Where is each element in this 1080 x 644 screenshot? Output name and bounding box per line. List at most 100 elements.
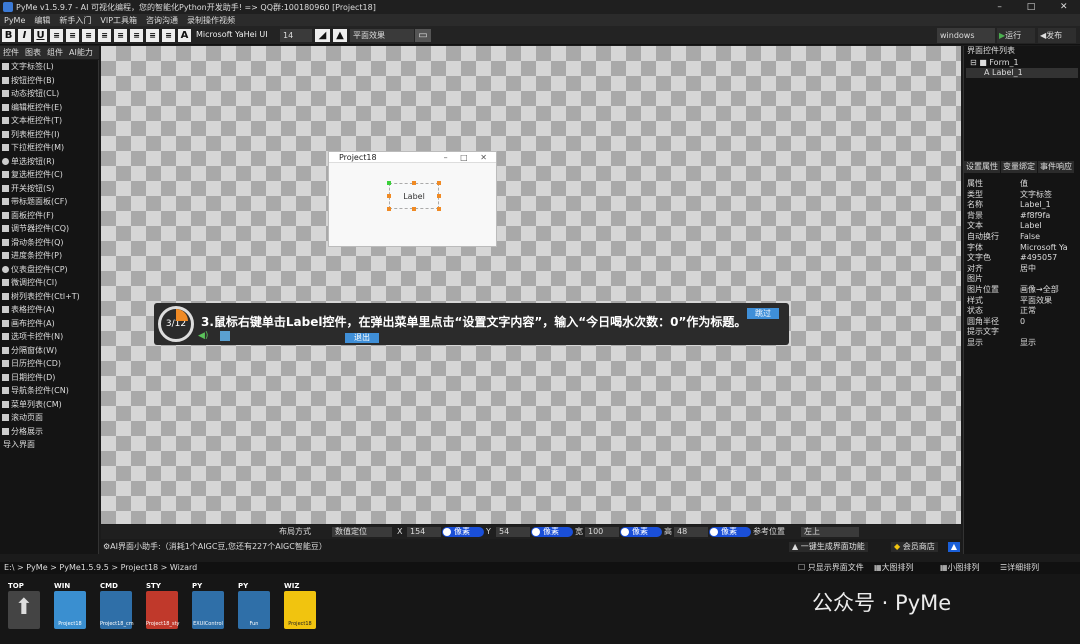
property-row[interactable]: 图片 xyxy=(964,274,1080,285)
member-shop-button[interactable]: ◆ 会员商店 xyxy=(891,542,938,552)
align-left-icon[interactable]: ≡ xyxy=(50,29,63,42)
control-item[interactable]: 日历控件(CD) xyxy=(0,357,98,371)
resize-handle[interactable] xyxy=(437,207,441,211)
import-ui-item[interactable]: 导入界面 xyxy=(0,438,98,452)
font-name[interactable]: Microsoft YaHei UI xyxy=(196,30,268,39)
preview-icon[interactable]: ▭ xyxy=(415,29,431,42)
align-top-center-icon[interactable]: ≡ xyxy=(114,29,127,42)
align-top-right-icon[interactable]: ≡ xyxy=(130,29,143,42)
resize-handle[interactable] xyxy=(387,194,391,198)
tree-item-form[interactable]: ⊟ ■ Form_1 xyxy=(964,58,1080,68)
layout-select[interactable]: 数值定位 xyxy=(332,527,392,537)
resize-handle[interactable] xyxy=(437,194,441,198)
property-row[interactable]: 状态 正常 xyxy=(964,306,1080,317)
menu-record-video[interactable]: 录制操作视频 xyxy=(187,15,235,26)
control-item[interactable]: 日期控件(D) xyxy=(0,371,98,385)
menu-vip-toolbox[interactable]: VIP工具箱 xyxy=(100,15,137,26)
control-item[interactable]: 调节器控件(CQ) xyxy=(0,222,98,236)
property-row[interactable]: 自动换行 False xyxy=(964,232,1080,243)
design-canvas[interactable] xyxy=(101,46,961,524)
control-item[interactable]: 滚动页面 xyxy=(0,411,98,425)
fill-color-icon[interactable]: ◢ xyxy=(315,29,330,42)
property-row[interactable]: 对齐 居中 xyxy=(964,264,1080,275)
only-ui-files-checkbox[interactable]: ☐ 只显示界面文件 xyxy=(798,562,864,573)
height-unit-toggle[interactable]: 像素 xyxy=(709,527,751,537)
tree-item-label[interactable]: A Label_1 xyxy=(966,68,1078,78)
tab-properties[interactable]: 设置属性 xyxy=(964,161,1000,173)
file-cmd[interactable]: CMD Project18_cm xyxy=(100,582,134,629)
font-size-a-button[interactable]: A xyxy=(178,29,191,42)
detail-view[interactable]: ☰详细排列 xyxy=(1000,562,1039,573)
control-item[interactable]: 按钮控件(B) xyxy=(0,74,98,88)
control-item[interactable]: 动态按钮(CL) xyxy=(0,87,98,101)
file-wiz[interactable]: WIZ Project18 xyxy=(284,582,316,629)
platform-select[interactable]: windows xyxy=(937,28,995,43)
property-row[interactable]: 样式 平面效果 xyxy=(964,296,1080,307)
tab-ai[interactable]: AI能力 xyxy=(69,47,93,58)
exit-button[interactable]: 退出 xyxy=(345,333,379,343)
menu-pyme[interactable]: PyMe xyxy=(4,16,25,25)
property-row[interactable]: 类型 文字标签 xyxy=(964,190,1080,201)
file-sty[interactable]: STY Project18_sty xyxy=(146,582,180,629)
control-item[interactable]: 导航条控件(CN) xyxy=(0,384,98,398)
property-row[interactable]: 字体 Microsoft Ya xyxy=(964,243,1080,254)
effect-select[interactable]: 平面效果 xyxy=(350,29,414,42)
bold-button[interactable]: B xyxy=(2,29,15,42)
control-item[interactable]: 单选按钮(R) xyxy=(0,155,98,169)
tab-controls[interactable]: 控件 xyxy=(3,47,19,58)
property-row[interactable]: 提示文字 xyxy=(964,327,1080,338)
control-item[interactable]: 树列表控件(Ctl+T) xyxy=(0,290,98,304)
menu-edit[interactable]: 编辑 xyxy=(34,15,50,26)
property-row[interactable]: 显示 显示 xyxy=(964,338,1080,349)
control-item[interactable]: 带标题面板(CF) xyxy=(0,195,98,209)
file-top[interactable]: ⬆ TOP xyxy=(8,582,40,629)
resize-handle[interactable] xyxy=(437,181,441,185)
font-size-select[interactable]: 14 xyxy=(280,29,312,42)
tab-components[interactable]: 组件 xyxy=(47,47,63,58)
align-middle-icon[interactable]: ≡ xyxy=(162,29,175,42)
book-icon[interactable] xyxy=(220,331,230,341)
file-win[interactable]: WIN Project18 xyxy=(54,582,86,629)
property-row[interactable]: 图片位置 画像→全部 xyxy=(964,285,1080,296)
control-item[interactable]: 面板控件(F) xyxy=(0,209,98,223)
property-row[interactable]: 名称 Label_1 xyxy=(964,200,1080,211)
minimize-button[interactable]: – xyxy=(997,2,1002,12)
menu-consult[interactable]: 咨询沟通 xyxy=(146,15,178,26)
control-item[interactable]: 编辑框控件(E) xyxy=(0,101,98,115)
align-right-icon[interactable]: ≡ xyxy=(82,29,95,42)
control-item[interactable]: 微调控件(CI) xyxy=(0,276,98,290)
resize-handle[interactable] xyxy=(387,181,391,185)
image-icon[interactable]: ▲ xyxy=(333,29,347,42)
control-item[interactable]: 菜单列表(CM) xyxy=(0,398,98,412)
tab-variable-binding[interactable]: 变量绑定 xyxy=(1001,161,1037,173)
resize-handle[interactable] xyxy=(412,181,416,185)
control-item[interactable]: 画布控件(A) xyxy=(0,317,98,331)
maximize-button[interactable]: □ xyxy=(1027,2,1036,12)
x-input[interactable]: 154 xyxy=(407,527,441,537)
sound-icon[interactable]: ◀) xyxy=(198,331,208,341)
property-row[interactable]: 文本 Label xyxy=(964,221,1080,232)
italic-button[interactable]: I xyxy=(18,29,31,42)
control-item[interactable]: 文本框控件(T) xyxy=(0,114,98,128)
property-row[interactable]: 圆角半径 0 xyxy=(964,317,1080,328)
small-icon-view[interactable]: ▦小图排列 xyxy=(940,562,980,573)
skip-button[interactable]: 跳过 xyxy=(747,308,779,319)
file-py-exui[interactable]: PY EXUIControl xyxy=(192,582,224,629)
control-item[interactable]: 表格控件(A) xyxy=(0,303,98,317)
x-unit-toggle[interactable]: 像素 xyxy=(442,527,484,537)
property-row[interactable]: 背景 #f8f9fa xyxy=(964,211,1080,222)
y-unit-toggle[interactable]: 像素 xyxy=(531,527,573,537)
control-item[interactable]: 开关按钮(S) xyxy=(0,182,98,196)
control-item[interactable]: 分格展示 xyxy=(0,425,98,439)
control-item[interactable]: 进度条控件(P) xyxy=(0,249,98,263)
file-py-fun[interactable]: PY Fun xyxy=(238,582,270,629)
resize-handle[interactable] xyxy=(412,207,416,211)
control-item[interactable]: 仪表盘控件(CP) xyxy=(0,263,98,277)
width-unit-toggle[interactable]: 像素 xyxy=(620,527,662,537)
large-icon-view[interactable]: ▦大图排列 xyxy=(874,562,914,573)
resize-handle[interactable] xyxy=(387,207,391,211)
path-breadcrumb[interactable]: E:\ > PyMe > PyMe1.5.9.5 > Project18 > W… xyxy=(0,562,1080,574)
y-input[interactable]: 54 xyxy=(496,527,530,537)
height-input[interactable]: 48 xyxy=(674,527,708,537)
generate-ui-button[interactable]: ▲ 一键生成界面功能 xyxy=(789,542,868,552)
